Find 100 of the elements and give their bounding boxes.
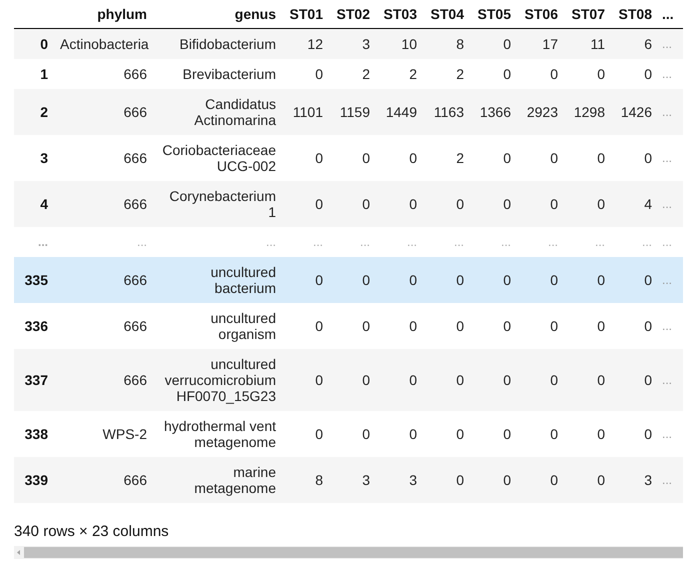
table-cell: ... (470, 227, 517, 257)
table-cell: 0 (282, 257, 329, 303)
table-cell: 0 (517, 135, 564, 181)
table-cell: 0 (564, 303, 611, 349)
table-cell: 0 (517, 59, 564, 89)
table-cell: 6 (611, 28, 658, 59)
table-cell: WPS-2 (54, 411, 153, 457)
row-index: 337 (14, 349, 54, 411)
table-cell: ... (54, 227, 153, 257)
table-shape-label: 340 rows × 23 columns (14, 522, 169, 542)
table-cell: 0 (423, 303, 470, 349)
table-cell: 0 (470, 349, 517, 411)
table-cell: 0 (329, 257, 376, 303)
table-cell: ... (658, 349, 683, 411)
table-cell: 0 (376, 349, 423, 411)
table-cell: 3 (376, 457, 423, 503)
table-cell: 0 (376, 411, 423, 457)
table-cell: 0 (470, 28, 517, 59)
table-cell: ... (658, 303, 683, 349)
table-cell: uncultured verrucomicrobium HF0070_15G23 (153, 349, 282, 411)
table-cell: 0 (376, 303, 423, 349)
table-cell: marine metagenome (153, 457, 282, 503)
table-cell: 0 (376, 181, 423, 227)
table-cell: 0 (517, 457, 564, 503)
table-cell: ... (423, 227, 470, 257)
table-cell: ... (658, 59, 683, 89)
table-cell: uncultured bacterium (153, 257, 282, 303)
table-cell: ... (658, 89, 683, 135)
table-cell: 666 (54, 303, 153, 349)
table-cell: ... (658, 411, 683, 457)
row-index: 336 (14, 303, 54, 349)
table-cell: 0 (329, 135, 376, 181)
table-cell: 8 (282, 457, 329, 503)
table-cell: ... (517, 227, 564, 257)
table-cell: ... (564, 227, 611, 257)
table-cell: 0 (611, 59, 658, 89)
table-cell: 0 (564, 59, 611, 89)
row-index: 335 (14, 257, 54, 303)
table-cell: 8 (423, 28, 470, 59)
table-cell: 17 (517, 28, 564, 59)
scrollbar-thumb[interactable] (24, 547, 683, 558)
table-cell: 12 (282, 28, 329, 59)
table-cell: 0 (611, 135, 658, 181)
table-cell: hydrothermal vent metagenome (153, 411, 282, 457)
table-cell: 0 (564, 181, 611, 227)
table-cell: 0 (329, 349, 376, 411)
table-cell: 0 (329, 181, 376, 227)
table-cell: 0 (282, 349, 329, 411)
table-cell: ... (658, 457, 683, 503)
row-index: ... (14, 227, 54, 257)
table-cell: 1163 (423, 89, 470, 135)
row-index: 2 (14, 89, 54, 135)
table-cell: 0 (611, 411, 658, 457)
table-cell: 0 (423, 411, 470, 457)
table-cell: ... (658, 181, 683, 227)
table-cell: 0 (423, 257, 470, 303)
table-cell: 2 (423, 59, 470, 89)
table-cell: Corynebacterium 1 (153, 181, 282, 227)
table-cell: ... (329, 227, 376, 257)
table-cell: 1298 (564, 89, 611, 135)
table-cell: 1426 (611, 89, 658, 135)
table-cell: 0 (611, 303, 658, 349)
table-cell: Actinobacteria (54, 28, 153, 59)
table-cell: 0 (329, 303, 376, 349)
table-cell: 0 (423, 457, 470, 503)
row-index: 1 (14, 59, 54, 89)
table-cell: 2 (423, 135, 470, 181)
row-index: 4 (14, 181, 54, 227)
table-cell: 1101 (282, 89, 329, 135)
table-cell: 0 (282, 303, 329, 349)
table-cell: ... (611, 227, 658, 257)
table-cell: 1449 (376, 89, 423, 135)
table-cell: 10 (376, 28, 423, 59)
table-cell: ... (658, 257, 683, 303)
table-cell: 0 (470, 135, 517, 181)
table-cell: 4 (611, 181, 658, 227)
table-cell: 1366 (470, 89, 517, 135)
table-cell: 0 (517, 181, 564, 227)
table-cell: Brevibacterium (153, 59, 282, 89)
horizontal-scrollbar[interactable] (14, 546, 683, 559)
table-cell: 1159 (329, 89, 376, 135)
table-cell: 0 (564, 349, 611, 411)
table-cell: 0 (470, 59, 517, 89)
table-cell: 0 (564, 135, 611, 181)
table-cell: 0 (423, 181, 470, 227)
table-cell: 0 (564, 457, 611, 503)
table-cell: 666 (54, 181, 153, 227)
table-cell: 666 (54, 135, 153, 181)
table-cell: 3 (611, 457, 658, 503)
row-index: 338 (14, 411, 54, 457)
table-cell: ... (658, 227, 683, 257)
table-cell: ... (282, 227, 329, 257)
table-cell: ... (376, 227, 423, 257)
table-cell: 0 (282, 181, 329, 227)
row-index: 339 (14, 457, 54, 503)
table-cell: Candidatus Actinomarina (153, 89, 282, 135)
table-cell: ... (658, 135, 683, 181)
table-cell: 0 (329, 411, 376, 457)
row-index: 0 (14, 28, 54, 59)
table-cell: 0 (282, 59, 329, 89)
